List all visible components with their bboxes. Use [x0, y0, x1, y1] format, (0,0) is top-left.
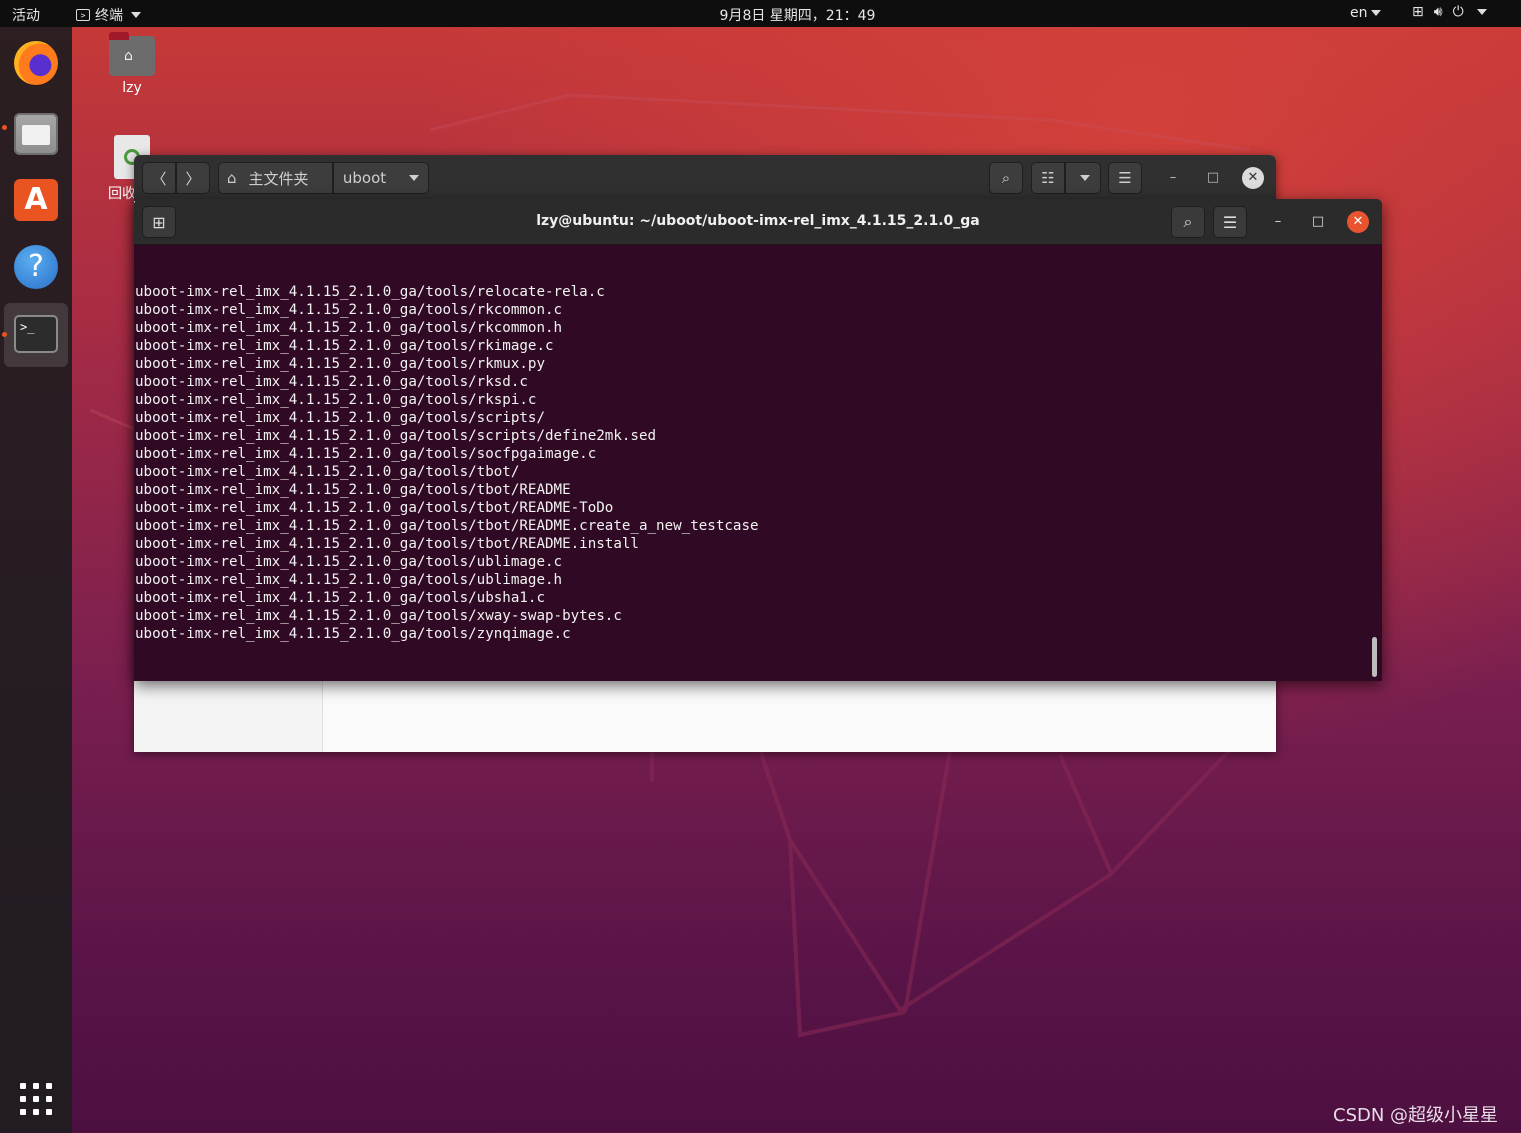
dock-item-files[interactable]: [4, 99, 68, 163]
terminal-icon: >_: [14, 315, 58, 353]
power-icon: ⏻: [1452, 4, 1464, 20]
terminal-line: uboot-imx-rel_imx_4.1.15_2.1.0_ga/tools/…: [135, 572, 563, 588]
chevron-down-icon: [1079, 175, 1090, 181]
prompt-command: $ cd uboot-imx-rel_imx_4.1.15_2.1.0_ga/^…: [289, 680, 639, 681]
terminal-line: uboot-imx-rel_imx_4.1.15_2.1.0_ga/tools/…: [135, 284, 605, 300]
close-button[interactable]: ✕: [1242, 167, 1264, 189]
watermark: CSDN @超级小星星: [1333, 1105, 1499, 1126]
terminal-line: uboot-imx-rel_imx_4.1.15_2.1.0_ga/tools/…: [135, 536, 639, 552]
chevron-down-icon: [1370, 10, 1381, 16]
hamburger-icon: ☰: [1222, 212, 1238, 232]
dock: A ? >_: [0, 27, 72, 1133]
hamburger-icon: ☰: [1118, 169, 1132, 187]
path-home-label: 主文件夹: [248, 169, 309, 188]
terminal-line: uboot-imx-rel_imx_4.1.15_2.1.0_ga/tools/…: [135, 554, 563, 570]
view-options-button[interactable]: [1065, 162, 1101, 194]
view-list-button[interactable]: ☷: [1031, 162, 1065, 194]
back-button[interactable]: 〈: [142, 162, 176, 194]
volume-icon: 🔊︎: [1433, 4, 1443, 20]
prompt-path: ~/uboot: [229, 680, 289, 681]
search-icon: ⌕: [1183, 212, 1193, 231]
maximize-button[interactable]: □: [1307, 211, 1329, 233]
network-icon: ⊞: [1412, 4, 1424, 20]
terminal-headerbar: ⊞ lzy@ubuntu: ~/uboot/uboot-imx-rel_imx_…: [134, 199, 1382, 245]
firefox-icon: [14, 41, 58, 85]
running-indicator: [2, 332, 7, 337]
terminal-line: uboot-imx-rel_imx_4.1.15_2.1.0_ga/tools/…: [135, 302, 563, 318]
chevron-down-icon: [1476, 9, 1487, 15]
minimize-button[interactable]: –: [1267, 211, 1289, 233]
input-language-menu[interactable]: en: [1350, 5, 1381, 21]
software-icon: A: [14, 179, 58, 221]
search-icon: ⌕: [1001, 169, 1011, 187]
show-applications-icon[interactable]: [20, 1083, 52, 1115]
minimize-button[interactable]: –: [1162, 167, 1184, 189]
path-home-button[interactable]: ⌂ 主文件夹: [218, 162, 333, 194]
terminal-line: uboot-imx-rel_imx_4.1.15_2.1.0_ga/tools/…: [135, 608, 622, 624]
desktop-home-folder[interactable]: ⌂ lzy: [108, 32, 156, 96]
terminal-line: uboot-imx-rel_imx_4.1.15_2.1.0_ga/tools/…: [135, 590, 545, 606]
terminal-line: uboot-imx-rel_imx_4.1.15_2.1.0_ga/tools/…: [135, 464, 520, 480]
list-view-icon: ☷: [1041, 169, 1055, 187]
language-label: en: [1350, 5, 1368, 21]
terminal-window[interactable]: ⊞ lzy@ubuntu: ~/uboot/uboot-imx-rel_imx_…: [134, 199, 1382, 681]
home-icon: ⌂: [227, 169, 237, 187]
terminal-output[interactable]: uboot-imx-rel_imx_4.1.15_2.1.0_ga/tools/…: [135, 247, 1365, 681]
prompt-separator: :: [220, 680, 229, 681]
dock-item-software[interactable]: A: [4, 167, 68, 231]
terminal-line: uboot-imx-rel_imx_4.1.15_2.1.0_ga/tools/…: [135, 626, 571, 642]
search-button[interactable]: ⌕: [989, 162, 1023, 194]
help-icon: ?: [14, 245, 58, 289]
running-indicator: [2, 125, 7, 130]
terminal-line: uboot-imx-rel_imx_4.1.15_2.1.0_ga/tools/…: [135, 374, 528, 390]
search-button[interactable]: ⌕: [1171, 206, 1205, 238]
prompt-user: lzy@ubuntu: [135, 680, 220, 681]
prompt-line: lzy@ubuntu:~/uboot$ cd uboot-imx-rel_imx…: [135, 679, 1365, 681]
path-current-button[interactable]: uboot: [333, 162, 429, 194]
system-menu[interactable]: ⊞ 🔊︎ ⏻: [1412, 4, 1487, 20]
dock-item-help[interactable]: ?: [4, 235, 68, 299]
chevron-down-icon: [409, 175, 420, 181]
terminal-line: uboot-imx-rel_imx_4.1.15_2.1.0_ga/tools/…: [135, 392, 537, 408]
home-folder-icon: ⌂: [109, 32, 155, 76]
dock-item-terminal[interactable]: >_: [4, 303, 68, 367]
maximize-button[interactable]: □: [1202, 167, 1224, 189]
path-current-label: uboot: [342, 169, 387, 187]
terminal-line: uboot-imx-rel_imx_4.1.15_2.1.0_ga/tools/…: [135, 356, 545, 372]
menu-button[interactable]: ☰: [1108, 162, 1142, 194]
terminal-line: uboot-imx-rel_imx_4.1.15_2.1.0_ga/tools/…: [135, 410, 545, 426]
files-icon: [14, 113, 58, 155]
clock[interactable]: 9月8日 星期四，21：49: [0, 5, 1521, 25]
terminal-line: uboot-imx-rel_imx_4.1.15_2.1.0_ga/tools/…: [135, 500, 614, 516]
top-bar: 活动 > 终端 9月8日 星期四，21：49 en ⊞ 🔊︎ ⏻: [0, 0, 1521, 27]
terminal-line: uboot-imx-rel_imx_4.1.15_2.1.0_ga/tools/…: [135, 482, 571, 498]
terminal-line: uboot-imx-rel_imx_4.1.15_2.1.0_ga/tools/…: [135, 428, 657, 444]
menu-button[interactable]: ☰: [1213, 206, 1247, 238]
terminal-line: uboot-imx-rel_imx_4.1.15_2.1.0_ga/tools/…: [135, 338, 554, 354]
terminal-line: uboot-imx-rel_imx_4.1.15_2.1.0_ga/tools/…: [135, 320, 563, 336]
scrollbar[interactable]: [1372, 637, 1377, 677]
forward-button[interactable]: 〉: [176, 162, 210, 194]
files-headerbar: 〈 〉 ⌂ 主文件夹 uboot ⌕ ☷ ☰ – □ ✕: [134, 155, 1276, 201]
terminal-line: uboot-imx-rel_imx_4.1.15_2.1.0_ga/tools/…: [135, 446, 597, 462]
terminal-line: uboot-imx-rel_imx_4.1.15_2.1.0_ga/tools/…: [135, 518, 759, 534]
dock-item-firefox[interactable]: [4, 30, 68, 94]
close-button[interactable]: ✕: [1347, 211, 1369, 233]
home-folder-label: lzy: [122, 80, 142, 96]
